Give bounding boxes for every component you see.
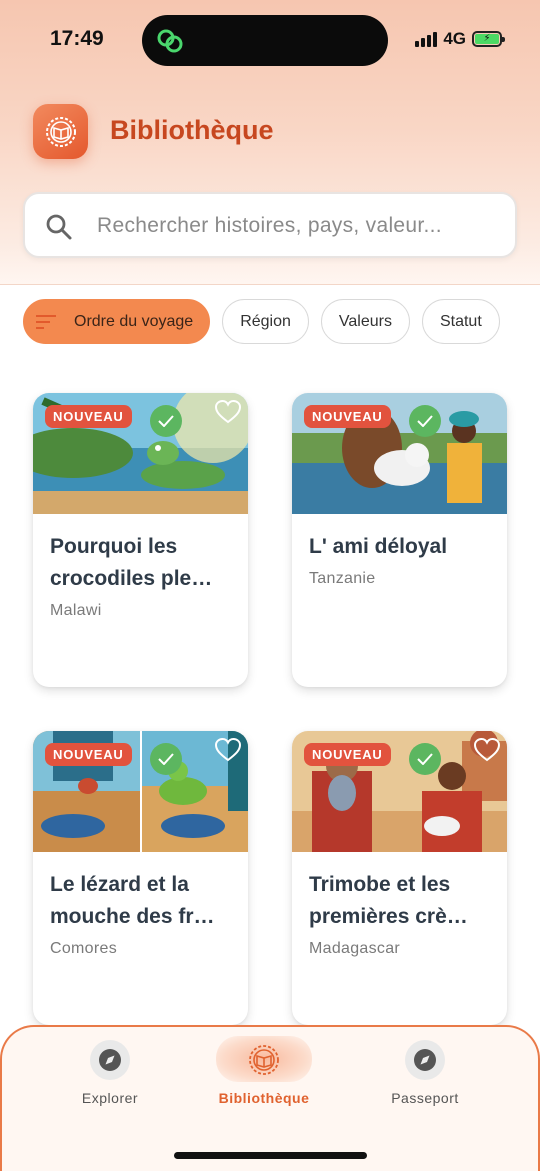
filter-chip-values[interactable]: Valeurs — [320, 299, 410, 344]
compass-icon — [90, 1040, 130, 1080]
completed-check-icon — [409, 743, 441, 775]
nav-item-bibliotheque[interactable]: Bibliothèque — [204, 1040, 324, 1106]
home-indicator — [174, 1152, 367, 1159]
link-icon — [157, 29, 183, 53]
favorite-heart-icon[interactable] — [215, 738, 241, 762]
story-card[interactable]: NOUVEAU Trimobe et les premières crè… Ma… — [292, 731, 507, 1025]
search-icon — [46, 214, 72, 240]
page-title: Bibliothèque — [110, 115, 274, 145]
completed-check-icon — [409, 405, 441, 437]
nav-item-passeport[interactable]: Passeport — [365, 1040, 485, 1106]
app-logo-icon — [33, 104, 88, 159]
completed-check-icon — [150, 743, 182, 775]
search-input[interactable]: Rechercher histoires, pays, valeur... — [23, 192, 517, 258]
favorite-heart-icon[interactable] — [215, 400, 241, 424]
favorite-heart-icon[interactable] — [474, 738, 500, 762]
network-type: 4G — [443, 29, 466, 48]
story-card[interactable]: NOUVEAU Le lézard et la mouche des fr… C… — [33, 731, 248, 1025]
filter-chip-status[interactable]: Statut — [421, 299, 500, 344]
nav-label: Bibliothèque — [218, 1090, 310, 1106]
new-badge: NOUVEAU — [45, 405, 132, 428]
story-title: Trimobe et les premières crè… — [309, 873, 468, 928]
nav-label: Explorer — [81, 1090, 139, 1106]
story-card[interactable]: NOUVEAU Pourquoi les crocodiles ple… Mal… — [33, 393, 248, 687]
compass-icon — [405, 1040, 445, 1080]
nav-item-explorer[interactable]: Explorer — [50, 1040, 170, 1106]
story-title: Le lézard et la mouche des fr… — [50, 873, 215, 928]
story-country: Comores — [50, 940, 118, 957]
filter-chip-label: Statut — [439, 312, 482, 330]
filter-chip-label: Ordre du voyage — [74, 312, 194, 330]
story-country: Madagascar — [309, 940, 401, 957]
filter-chip-travel-order[interactable]: Ordre du voyage — [23, 299, 211, 344]
story-country: Malawi — [50, 602, 102, 619]
nav-label: Passeport — [391, 1090, 459, 1106]
filter-chip-region[interactable]: Région — [222, 299, 309, 344]
completed-check-icon — [150, 405, 182, 437]
new-badge: NOUVEAU — [304, 743, 391, 766]
book-icon — [244, 1040, 284, 1080]
battery-icon: ⚡ — [472, 31, 505, 47]
status-indicators: 4G ⚡ — [415, 29, 505, 49]
new-badge: NOUVEAU — [304, 405, 391, 428]
story-title: Pourquoi les crocodiles ple… — [50, 535, 213, 590]
signal-icon — [415, 31, 438, 47]
search-placeholder: Rechercher histoires, pays, valeur... — [97, 214, 442, 237]
sort-icon — [36, 314, 56, 329]
status-time: 17:49 — [50, 27, 104, 50]
story-title: L' ami déloyal — [309, 535, 448, 558]
story-card[interactable]: NOUVEAU L' ami déloyal Tanzanie — [292, 393, 507, 687]
filter-chip-label: Région — [240, 312, 291, 330]
filter-bar: Ordre du voyage Région Valeurs Statut — [23, 299, 500, 344]
filter-chip-label: Valeurs — [338, 312, 392, 330]
dynamic-island — [142, 15, 388, 66]
new-badge: NOUVEAU — [45, 743, 132, 766]
story-country: Tanzanie — [309, 570, 376, 587]
